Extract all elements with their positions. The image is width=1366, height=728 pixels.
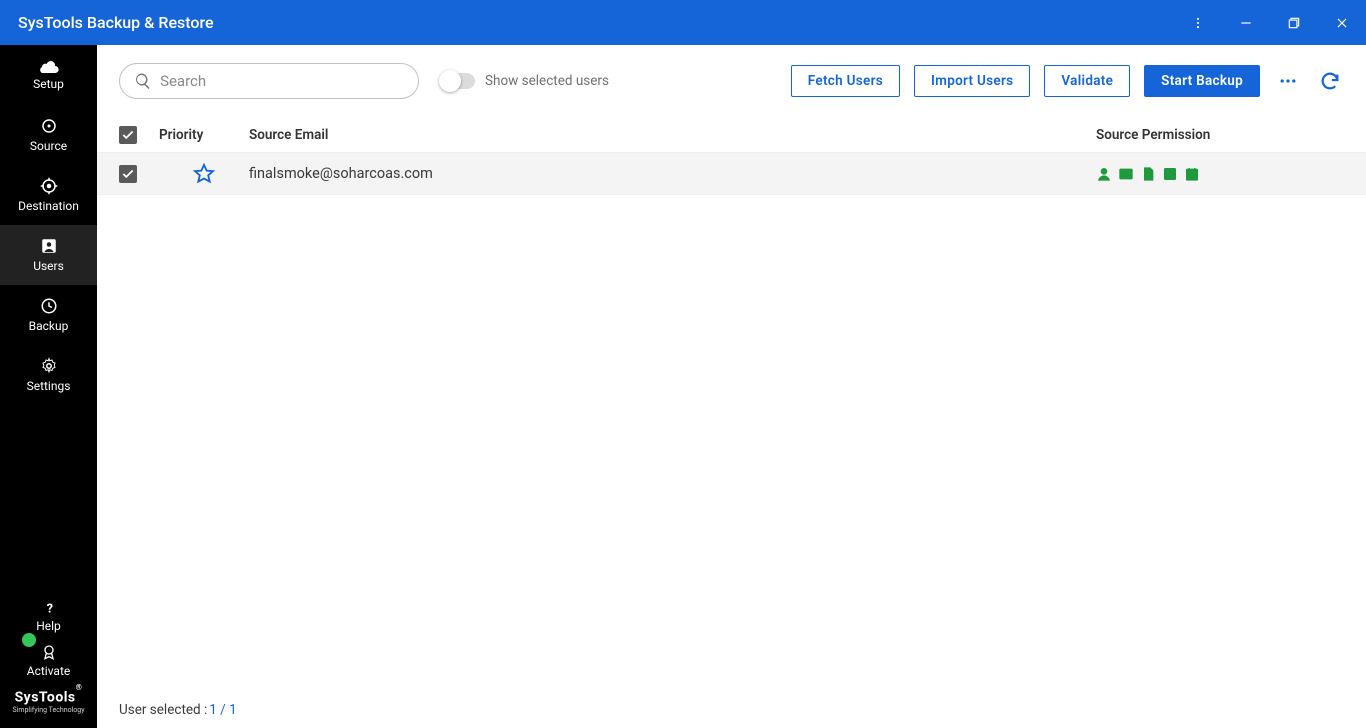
svg-text:?: ? — [46, 602, 52, 615]
mail-perm-icon — [1118, 166, 1134, 182]
window-controls — [1174, 0, 1366, 45]
brand-name: SysTools — [15, 690, 76, 706]
toggle-track[interactable] — [441, 73, 475, 89]
sidebar-item-label: Activate — [27, 664, 71, 678]
cloud-icon — [38, 59, 60, 73]
contact-perm-icon — [1096, 166, 1112, 182]
sidebar: Setup Source Destination Users Backup Se… — [0, 45, 97, 728]
sidebar-item-label: Backup — [29, 319, 69, 333]
sidebar-item-label: Source — [30, 139, 67, 153]
row-checkbox[interactable] — [119, 165, 137, 183]
col-priority: Priority — [159, 127, 249, 143]
import-users-button[interactable]: Import Users — [914, 65, 1030, 97]
kebab-menu-icon[interactable] — [1174, 0, 1222, 45]
sidebar-item-settings[interactable]: Settings — [0, 345, 97, 405]
brand-logo: SysTools® Simplifying Technology — [0, 683, 97, 724]
toolbar: Show selected users Fetch Users Import U… — [97, 45, 1366, 117]
sidebar-item-users[interactable]: Users — [0, 225, 97, 285]
table-row[interactable]: finalsmoke@soharcoas.com — [97, 153, 1366, 195]
sidebar-item-label: Destination — [18, 199, 79, 213]
history-icon — [40, 297, 58, 315]
source-icon — [40, 117, 58, 135]
document-perm-icon — [1140, 166, 1156, 182]
toggle-label: Show selected users — [485, 73, 609, 89]
app-title: SysTools Backup & Restore — [18, 13, 214, 32]
fetch-users-button[interactable]: Fetch Users — [791, 65, 900, 97]
show-selected-toggle[interactable]: Show selected users — [441, 73, 609, 89]
minimize-icon[interactable] — [1222, 0, 1270, 45]
sidebar-item-backup[interactable]: Backup — [0, 285, 97, 345]
sidebar-item-destination[interactable]: Destination — [0, 165, 97, 225]
help-icon: ? — [42, 601, 56, 615]
sidebar-item-source[interactable]: Source — [0, 105, 97, 165]
image-perm-icon — [1162, 166, 1178, 182]
users-icon — [40, 237, 58, 255]
close-icon[interactable] — [1318, 0, 1366, 45]
row-email: finalsmoke@soharcoas.com — [249, 165, 1096, 182]
sidebar-item-help[interactable]: ? Help — [0, 595, 97, 639]
permission-icons — [1096, 166, 1366, 182]
search-field[interactable] — [119, 63, 419, 99]
badge-icon — [41, 644, 57, 660]
target-icon — [40, 177, 58, 195]
col-source-email: Source Email — [249, 127, 1096, 143]
start-backup-button[interactable]: Start Backup — [1144, 65, 1260, 97]
table-header: Priority Source Email Source Permission — [97, 117, 1366, 153]
status-bar: User selected : 1 / 1 — [97, 692, 1366, 728]
search-input[interactable] — [160, 72, 404, 90]
status-value: 1 / 1 — [209, 702, 236, 718]
maximize-icon[interactable] — [1270, 0, 1318, 45]
sidebar-item-label: Setup — [33, 77, 64, 91]
status-label: User selected : — [119, 702, 207, 718]
sidebar-item-activate[interactable]: Activate — [0, 639, 97, 683]
gear-icon — [40, 357, 58, 375]
toggle-knob — [439, 70, 461, 92]
sidebar-item-label: Help — [36, 619, 61, 633]
sidebar-item-label: Settings — [27, 379, 71, 393]
calendar-perm-icon — [1184, 166, 1200, 182]
sidebar-item-setup[interactable]: Setup — [0, 45, 97, 105]
brand-tagline: Simplifying Technology — [0, 706, 97, 714]
sidebar-item-label: Users — [33, 259, 64, 273]
users-table: Priority Source Email Source Permission … — [97, 117, 1366, 692]
validate-button[interactable]: Validate — [1044, 65, 1130, 97]
col-source-permission: Source Permission — [1096, 127, 1366, 143]
search-icon — [134, 71, 152, 91]
priority-star-icon[interactable] — [193, 163, 215, 185]
refresh-icon[interactable] — [1316, 67, 1344, 95]
more-icon[interactable] — [1274, 67, 1302, 95]
titlebar: SysTools Backup & Restore — [0, 0, 1366, 45]
select-all-checkbox[interactable] — [119, 126, 137, 144]
main-content: Show selected users Fetch Users Import U… — [97, 45, 1366, 728]
